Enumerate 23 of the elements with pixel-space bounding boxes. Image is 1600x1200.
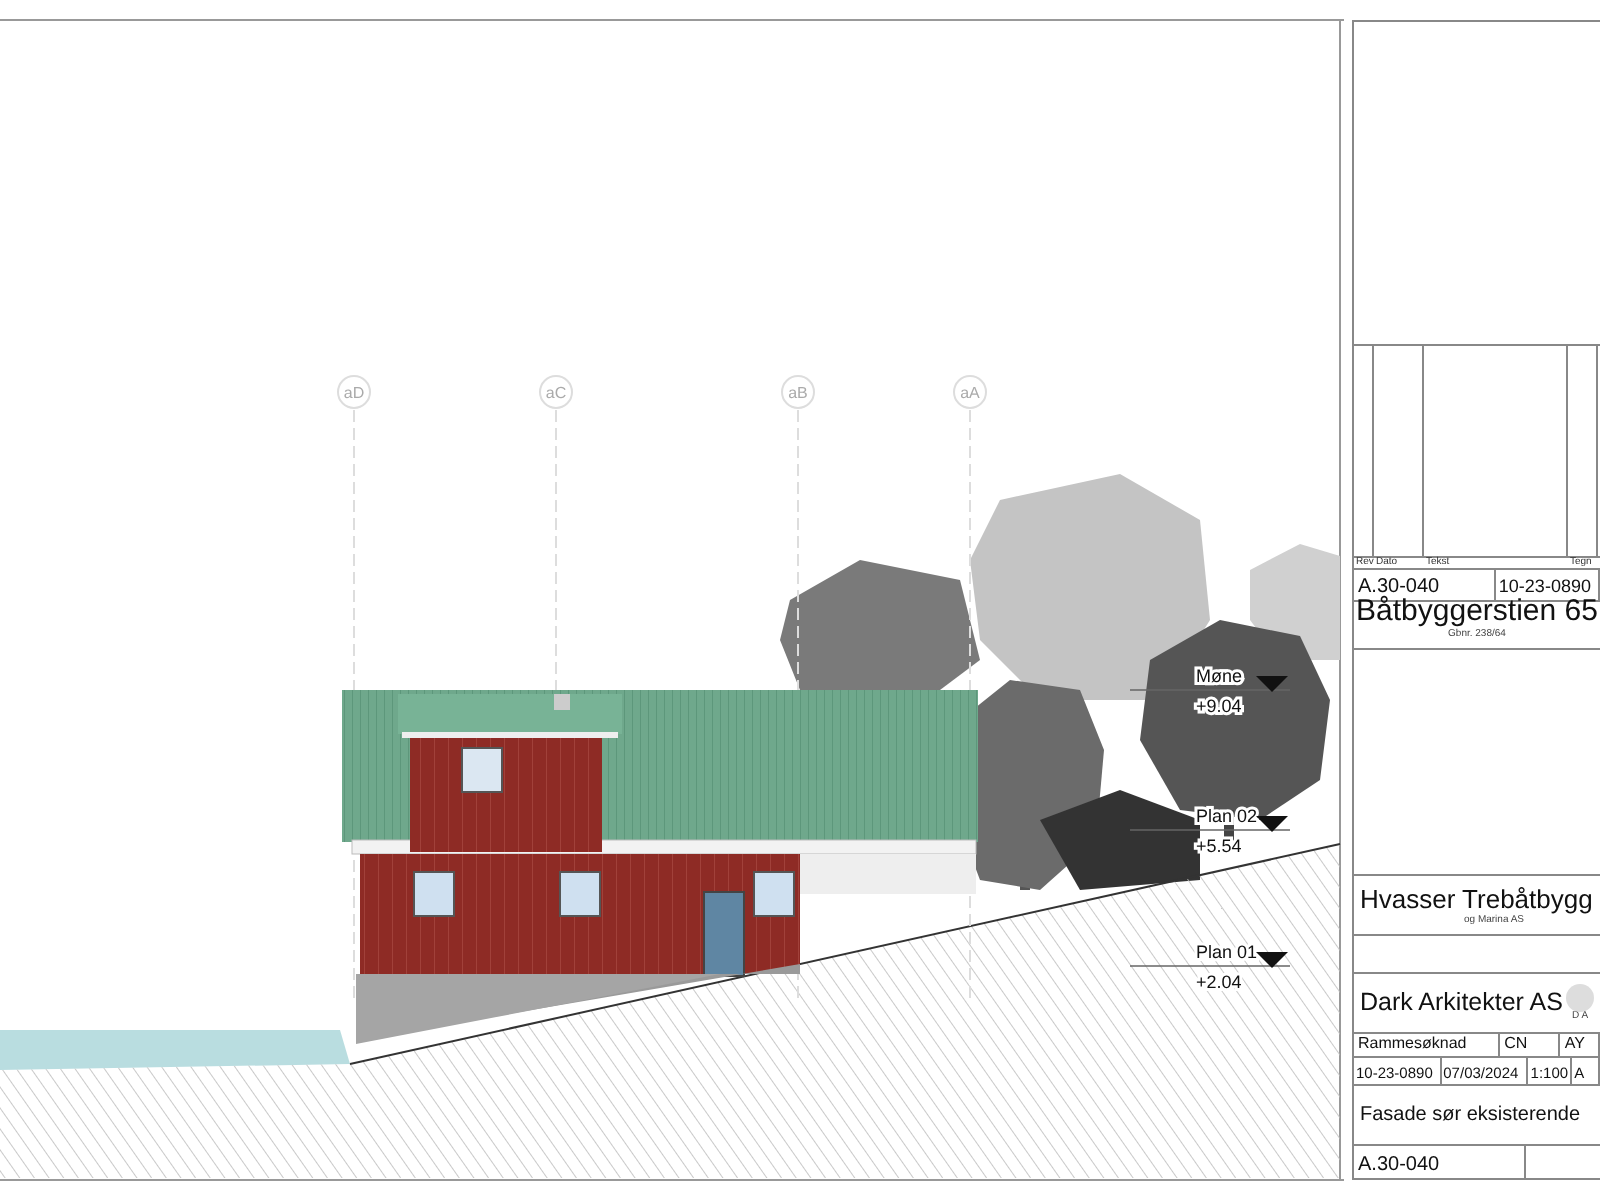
drawing-number: A.30-040 [1358, 576, 1440, 598]
grid-label: aB [788, 384, 808, 402]
level-marker-icon [1256, 676, 1288, 692]
checked-by: AY [1564, 1036, 1585, 1054]
logo-icon [1566, 983, 1594, 1012]
client-name: Hvasser Trebåtbygg [1360, 886, 1595, 915]
grid-label: aD [343, 384, 365, 402]
level-elevation: +9.04 [1196, 696, 1242, 716]
grid-bubble [539, 375, 573, 409]
project-number: 10-23-0890 [1498, 578, 1591, 597]
drawing-number: A.30-040 [1358, 1154, 1440, 1176]
level-name: Plan 01 [1196, 942, 1258, 962]
grid-label: aA [960, 384, 980, 402]
phase: Rammesøknad [1358, 1036, 1467, 1054]
architect-name: Dark Arkitekter AS [1360, 989, 1563, 1017]
level-marker-icon [1256, 952, 1288, 968]
drawing-title: Fasade sør eksisterende [1360, 1104, 1581, 1126]
level-marker-icon [1256, 816, 1288, 832]
grid-label: aC [545, 384, 567, 402]
project-name: Båtbyggerstien 65 [1356, 596, 1598, 628]
drawn-by: CN [1504, 1036, 1528, 1054]
level-name: Møne [1196, 666, 1243, 686]
level-elevation: +2.04 [1196, 972, 1242, 992]
